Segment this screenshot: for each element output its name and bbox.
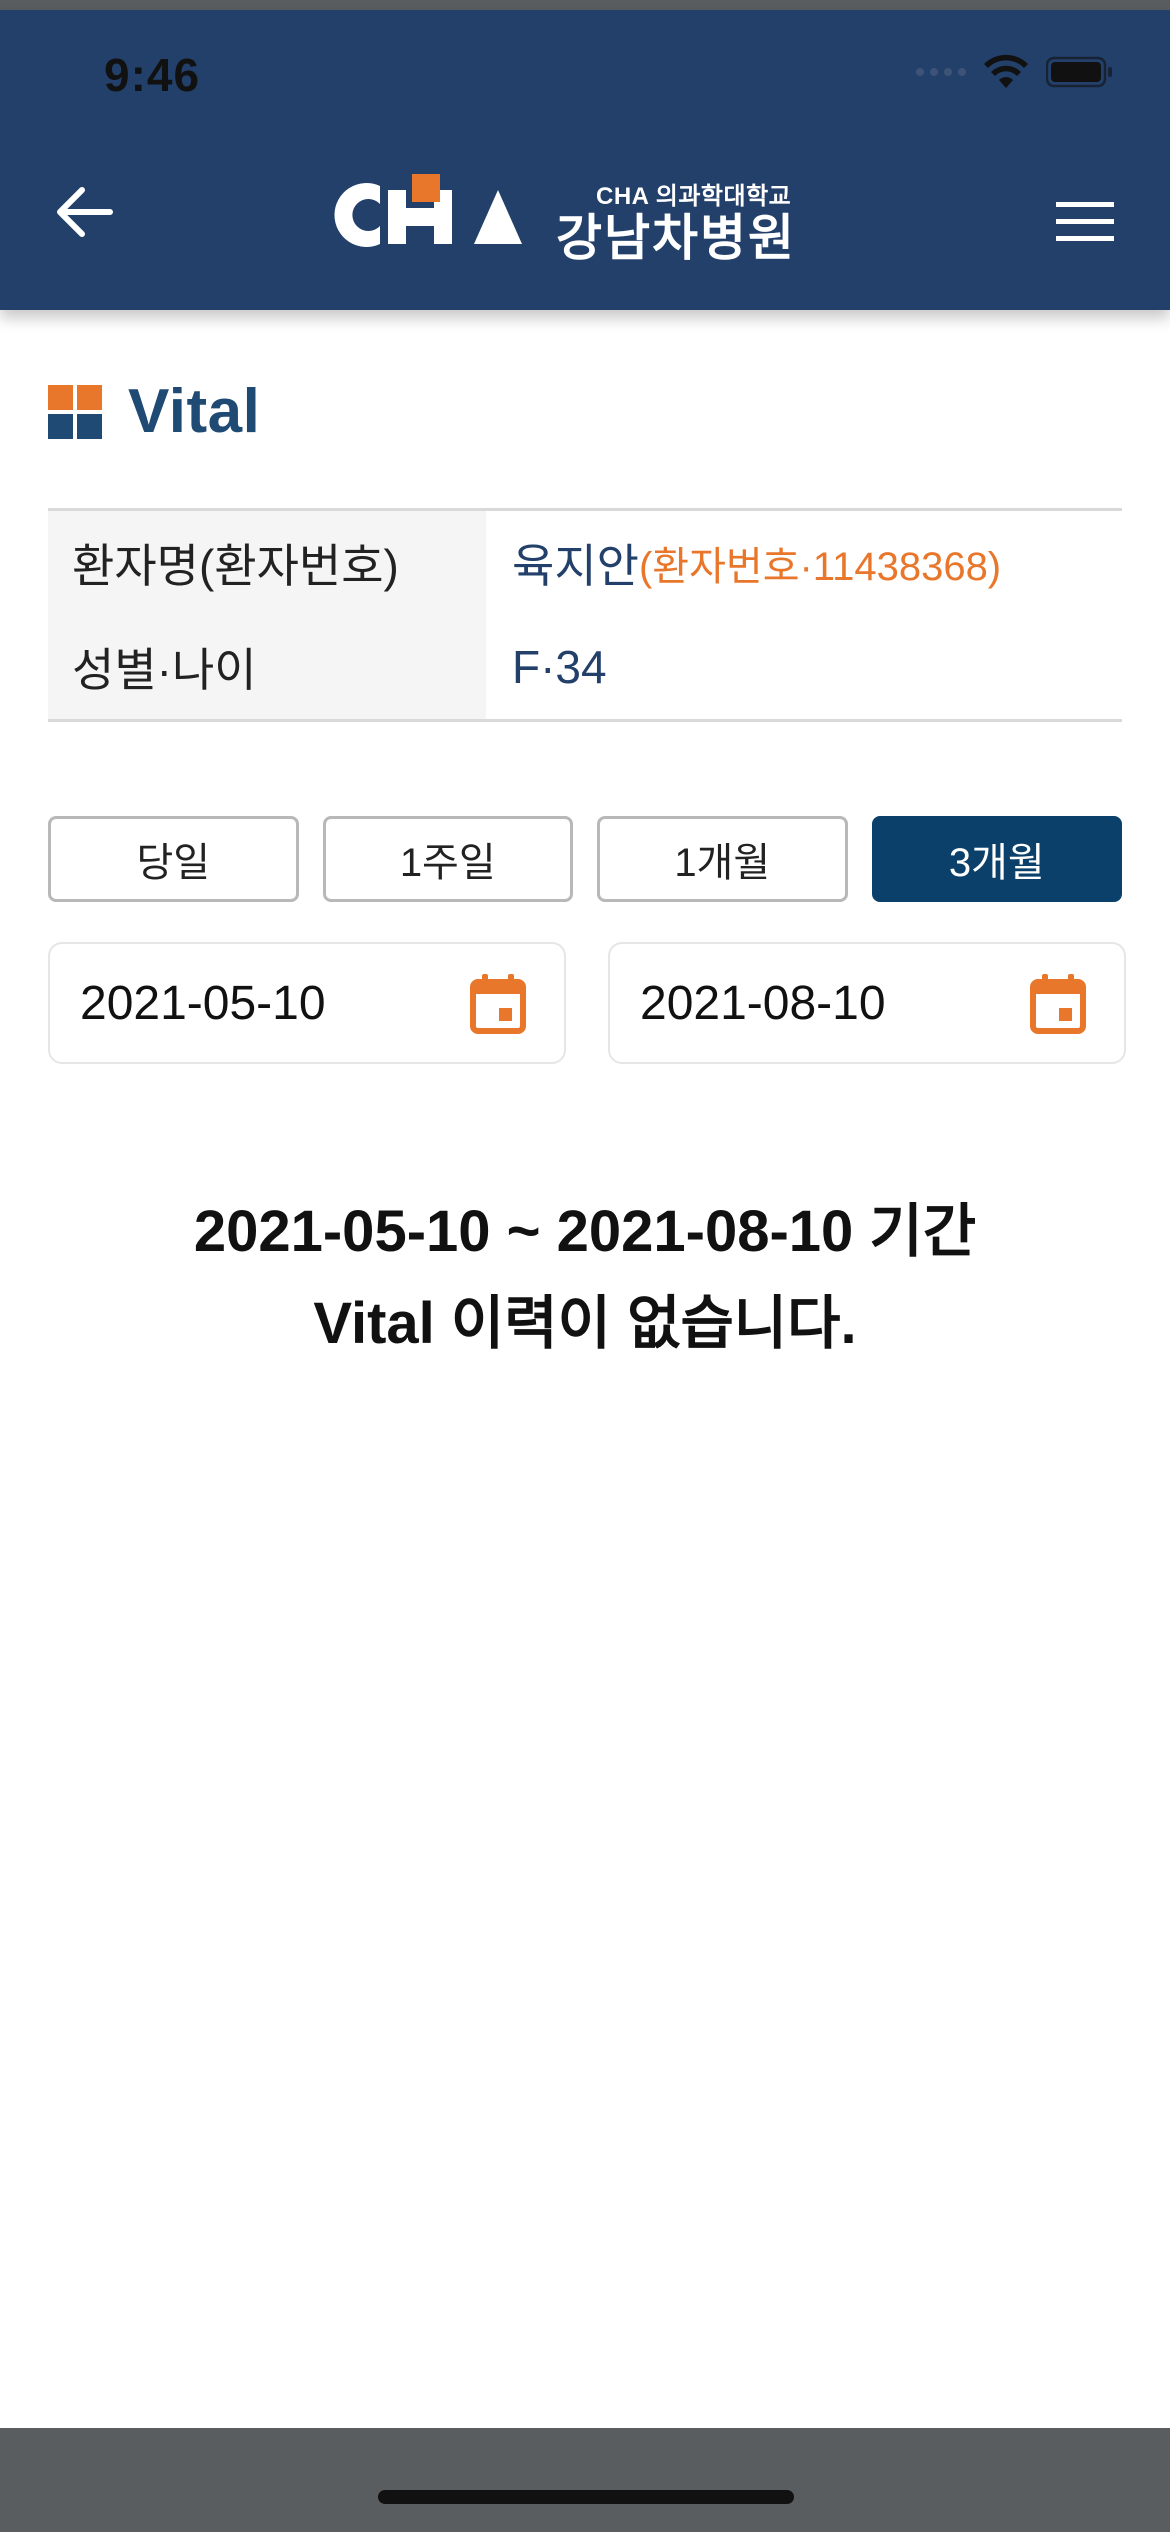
- calendar-icon[interactable]: [1030, 974, 1086, 1034]
- patient-name-value: 육지안: [512, 540, 639, 592]
- empty-state-line1: 2021-05-10 ~ 2021-08-10 기간: [193, 1199, 977, 1264]
- wifi-icon: [984, 54, 1028, 88]
- hospital-name: 강남차병원: [556, 210, 796, 266]
- bottom-bar: [0, 2428, 1170, 2532]
- patient-name-row-label: 환자명(환자번호): [48, 511, 486, 615]
- period-1week-button[interactable]: 1주일: [322, 816, 573, 902]
- top-strip: [0, 0, 1170, 10]
- empty-state-line2: Vital 이력이 없습니다.: [313, 1291, 857, 1356]
- gender-age-label: 성별·나이: [72, 644, 257, 696]
- end-date-value: 2021-08-10: [640, 976, 886, 1030]
- patient-name-label: 환자명(환자번호): [72, 540, 399, 592]
- start-date-field[interactable]: 2021-05-10: [48, 942, 566, 1064]
- app-header: 9:46 CHA 의과학대학교 강남차병원: [0, 10, 1170, 310]
- period-today-button[interactable]: 당일: [48, 816, 299, 902]
- calendar-icon[interactable]: [470, 974, 526, 1034]
- patient-info-values: 육지안 (환자번호·11438368) F·34: [486, 511, 1122, 719]
- patient-info-table: 환자명(환자번호) 성별·나이 육지안 (환자번호·11438368) F·34: [48, 508, 1122, 722]
- period-selector: 당일 1주일 1개월 3개월: [48, 816, 1122, 902]
- page-title: Vital: [128, 377, 261, 446]
- period-1month-button[interactable]: 1개월: [597, 816, 848, 902]
- grid-squares-icon: [48, 384, 102, 439]
- start-date-value: 2021-05-10: [80, 976, 326, 1030]
- patient-number-value: (환자번호·11438368): [638, 545, 1002, 589]
- empty-state-message: 2021-05-10 ~ 2021-08-10 기간 Vital 이력이 없습니…: [0, 1186, 1170, 1370]
- end-date-field[interactable]: 2021-08-10: [608, 942, 1126, 1064]
- gender-age-row-value: F·34: [486, 615, 1122, 719]
- patient-name-row-value: 육지안 (환자번호·11438368): [486, 511, 1122, 615]
- home-indicator[interactable]: [378, 2490, 794, 2504]
- status-time: 9:46: [104, 49, 201, 101]
- period-3months-button[interactable]: 3개월: [871, 816, 1122, 902]
- hamburger-menu-icon[interactable]: [1056, 200, 1114, 244]
- cellular-signal-icon: [916, 68, 966, 76]
- status-indicators: [916, 54, 1114, 90]
- patient-info-labels: 환자명(환자번호) 성별·나이: [48, 511, 486, 719]
- gender-age-value: F·34: [512, 641, 607, 693]
- gender-age-row-label: 성별·나이: [48, 615, 486, 719]
- battery-icon: [1046, 56, 1112, 88]
- back-arrow-icon[interactable]: [52, 182, 116, 242]
- page-heading: Vital: [48, 376, 260, 447]
